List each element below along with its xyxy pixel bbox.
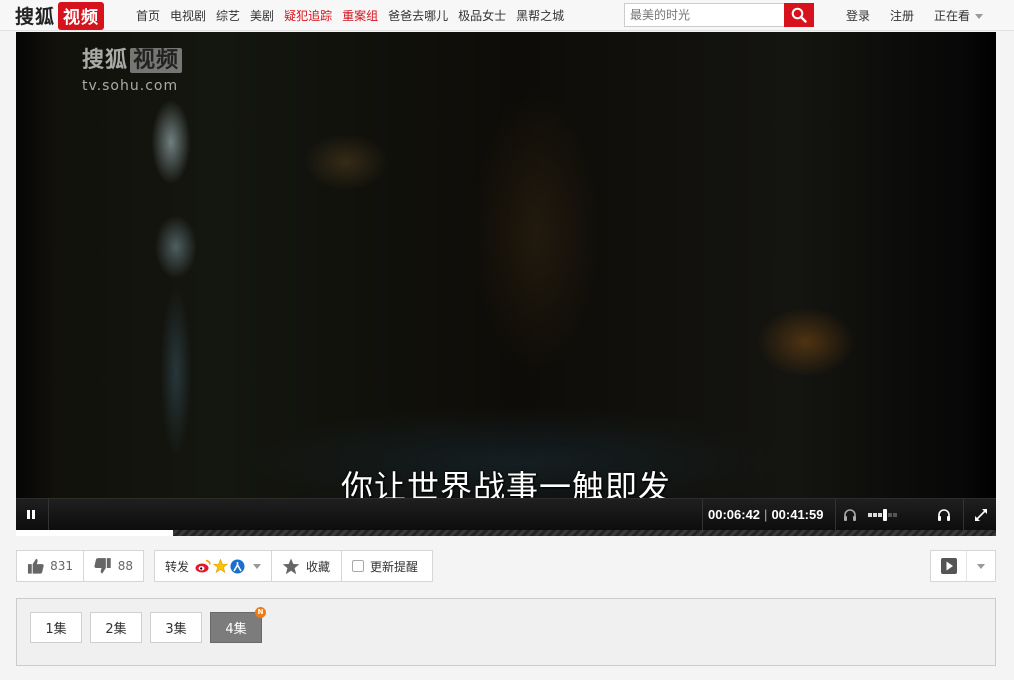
player-control-bar: 00:06:42 | 00:41:59: [16, 498, 996, 531]
dislike-count: 88: [117, 559, 133, 573]
video-frame[interactable]: [16, 32, 996, 498]
watermark-url: tv.sohu.com: [82, 78, 179, 94]
nav-item-mob-city[interactable]: 黑帮之城: [516, 7, 564, 24]
search-icon: [791, 7, 807, 23]
qzone-star-icon[interactable]: [213, 559, 229, 573]
nav-item-home[interactable]: 首页: [136, 7, 160, 24]
time-display: 00:06:42 | 00:41:59: [708, 507, 823, 522]
like-button[interactable]: 831: [16, 550, 84, 582]
new-episode-badge: N: [255, 607, 266, 618]
episode-label: 1集: [45, 622, 67, 637]
share-button[interactable]: 转发: [154, 550, 272, 582]
video-player[interactable]: 搜狐 视频 tv.sohu.com 你让世界战事一触即发 00:06:42 | 00:…: [16, 32, 996, 536]
header-links: 登录 注册 正在看: [846, 0, 984, 30]
volume-segment: [868, 513, 872, 517]
play-next-icon: [940, 558, 957, 574]
pause-button[interactable]: [22, 506, 42, 524]
episode-1-button[interactable]: 1集: [30, 612, 82, 643]
volume-segment: [873, 513, 877, 517]
pause-icon: [27, 510, 30, 519]
nav-item-tv-drama[interactable]: 电视剧: [170, 7, 206, 24]
star-icon: [282, 558, 300, 574]
share-label: 转发: [165, 559, 190, 574]
search-box: [624, 3, 814, 27]
search-button[interactable]: [784, 3, 814, 27]
favorite-label: 收藏: [306, 559, 331, 574]
like-count: 831: [50, 559, 73, 573]
video-progress-played: [16, 530, 173, 536]
next-play-button[interactable]: [931, 551, 967, 581]
update-reminder-label: 更新提醒: [370, 559, 419, 574]
autoplay-control: [930, 550, 996, 582]
watermark-brand: 搜狐: [82, 48, 129, 73]
nav-item-major-crimes[interactable]: 重案组: [342, 7, 378, 24]
update-reminder-checkbox[interactable]: [352, 560, 364, 572]
episode-label: 2集: [105, 622, 127, 637]
volume-slider-thumb[interactable]: [883, 509, 887, 521]
video-progress-bar[interactable]: [16, 530, 996, 536]
nav-item-person-of-interest[interactable]: 疑犯追踪: [284, 7, 332, 24]
share-targets: [195, 559, 245, 574]
nav-item-miss-lady[interactable]: 极品女士: [458, 7, 506, 24]
nav-item-dad-where-are-we-going[interactable]: 爸爸去哪儿: [388, 7, 448, 24]
current-time: 00:06:42: [708, 507, 761, 522]
search-input[interactable]: [625, 4, 784, 26]
control-divider: [702, 499, 703, 531]
volume-segment: [893, 513, 897, 517]
nav-item-variety[interactable]: 综艺: [216, 7, 240, 24]
time-separator: |: [764, 507, 768, 522]
sohu-video-logo[interactable]: 搜狐 视频: [15, 1, 105, 30]
volume-segment: [878, 513, 882, 517]
volume-slider[interactable]: [868, 509, 928, 521]
dislike-button[interactable]: 88: [83, 550, 144, 582]
episode-label: 4集: [225, 622, 247, 637]
autoplay-dropdown[interactable]: [967, 551, 995, 581]
chevron-down-icon: [975, 13, 984, 19]
register-link[interactable]: 注册: [890, 7, 914, 24]
watermark-brand-box: 视频: [130, 48, 183, 73]
top-bar: 搜狐 视频 首页 电视剧 综艺 美剧 疑犯追踪 重案组 爸爸去哪儿 极品女士 黑…: [0, 0, 1014, 31]
fullscreen-icon[interactable]: [973, 507, 989, 523]
thumbs-up-icon: [27, 558, 44, 574]
episode-label: 3集: [165, 622, 187, 637]
favorite-button[interactable]: 收藏: [271, 550, 342, 582]
watching-label: 正在看: [934, 8, 971, 23]
volume-low-icon[interactable]: [842, 507, 858, 523]
control-divider: [48, 499, 49, 531]
episode-list: 1集 2集 3集 4集 N: [16, 598, 996, 666]
episode-4-button[interactable]: 4集 N: [210, 607, 266, 643]
control-divider: [963, 499, 964, 531]
total-time: 00:41:59: [771, 507, 824, 522]
sohu-watermark: 搜狐 视频 tv.sohu.com: [82, 42, 183, 94]
volume-high-icon[interactable]: [936, 507, 952, 523]
weibo-icon[interactable]: [195, 559, 211, 573]
main-nav: 首页 电视剧 综艺 美剧 疑犯追踪 重案组 爸爸去哪儿 极品女士 黑帮之城: [136, 0, 564, 30]
share-more-chevron-down-icon[interactable]: [253, 563, 262, 569]
control-divider: [835, 499, 836, 531]
watermark-logo: 搜狐 视频: [82, 42, 183, 74]
logo-text: 搜狐: [15, 6, 56, 28]
login-link[interactable]: 登录: [846, 7, 870, 24]
episode-3-button[interactable]: 3集: [150, 612, 202, 643]
thumbs-down-icon: [94, 558, 111, 574]
volume-segment: [888, 513, 892, 517]
logo-video-box: 视频: [58, 1, 105, 30]
renren-icon[interactable]: [230, 559, 245, 574]
update-reminder-toggle[interactable]: 更新提醒: [341, 550, 433, 582]
nav-item-us-drama[interactable]: 美剧: [250, 7, 274, 24]
chevron-down-icon: [977, 563, 985, 569]
episode-2-button[interactable]: 2集: [90, 612, 142, 643]
watching-dropdown[interactable]: 正在看: [934, 7, 984, 24]
